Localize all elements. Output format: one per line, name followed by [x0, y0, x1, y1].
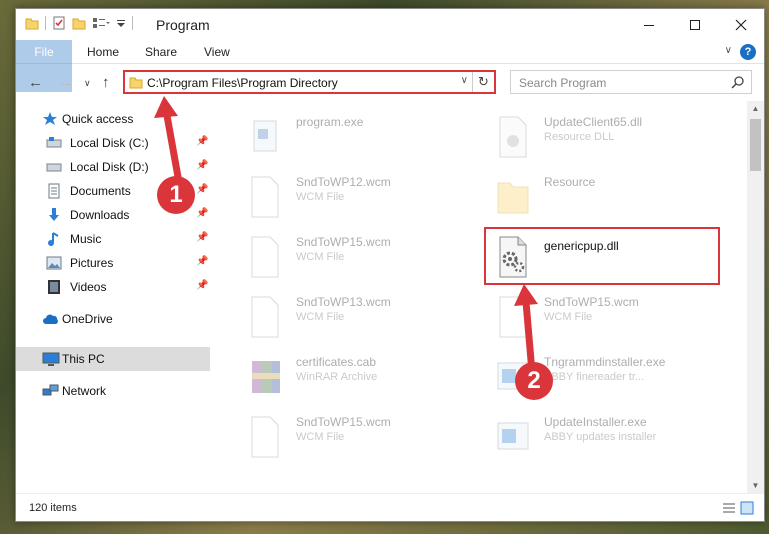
callout-arrows — [154, 96, 538, 373]
callout-step-2: 2 — [515, 362, 553, 400]
callout-step-1: 1 — [157, 176, 195, 214]
